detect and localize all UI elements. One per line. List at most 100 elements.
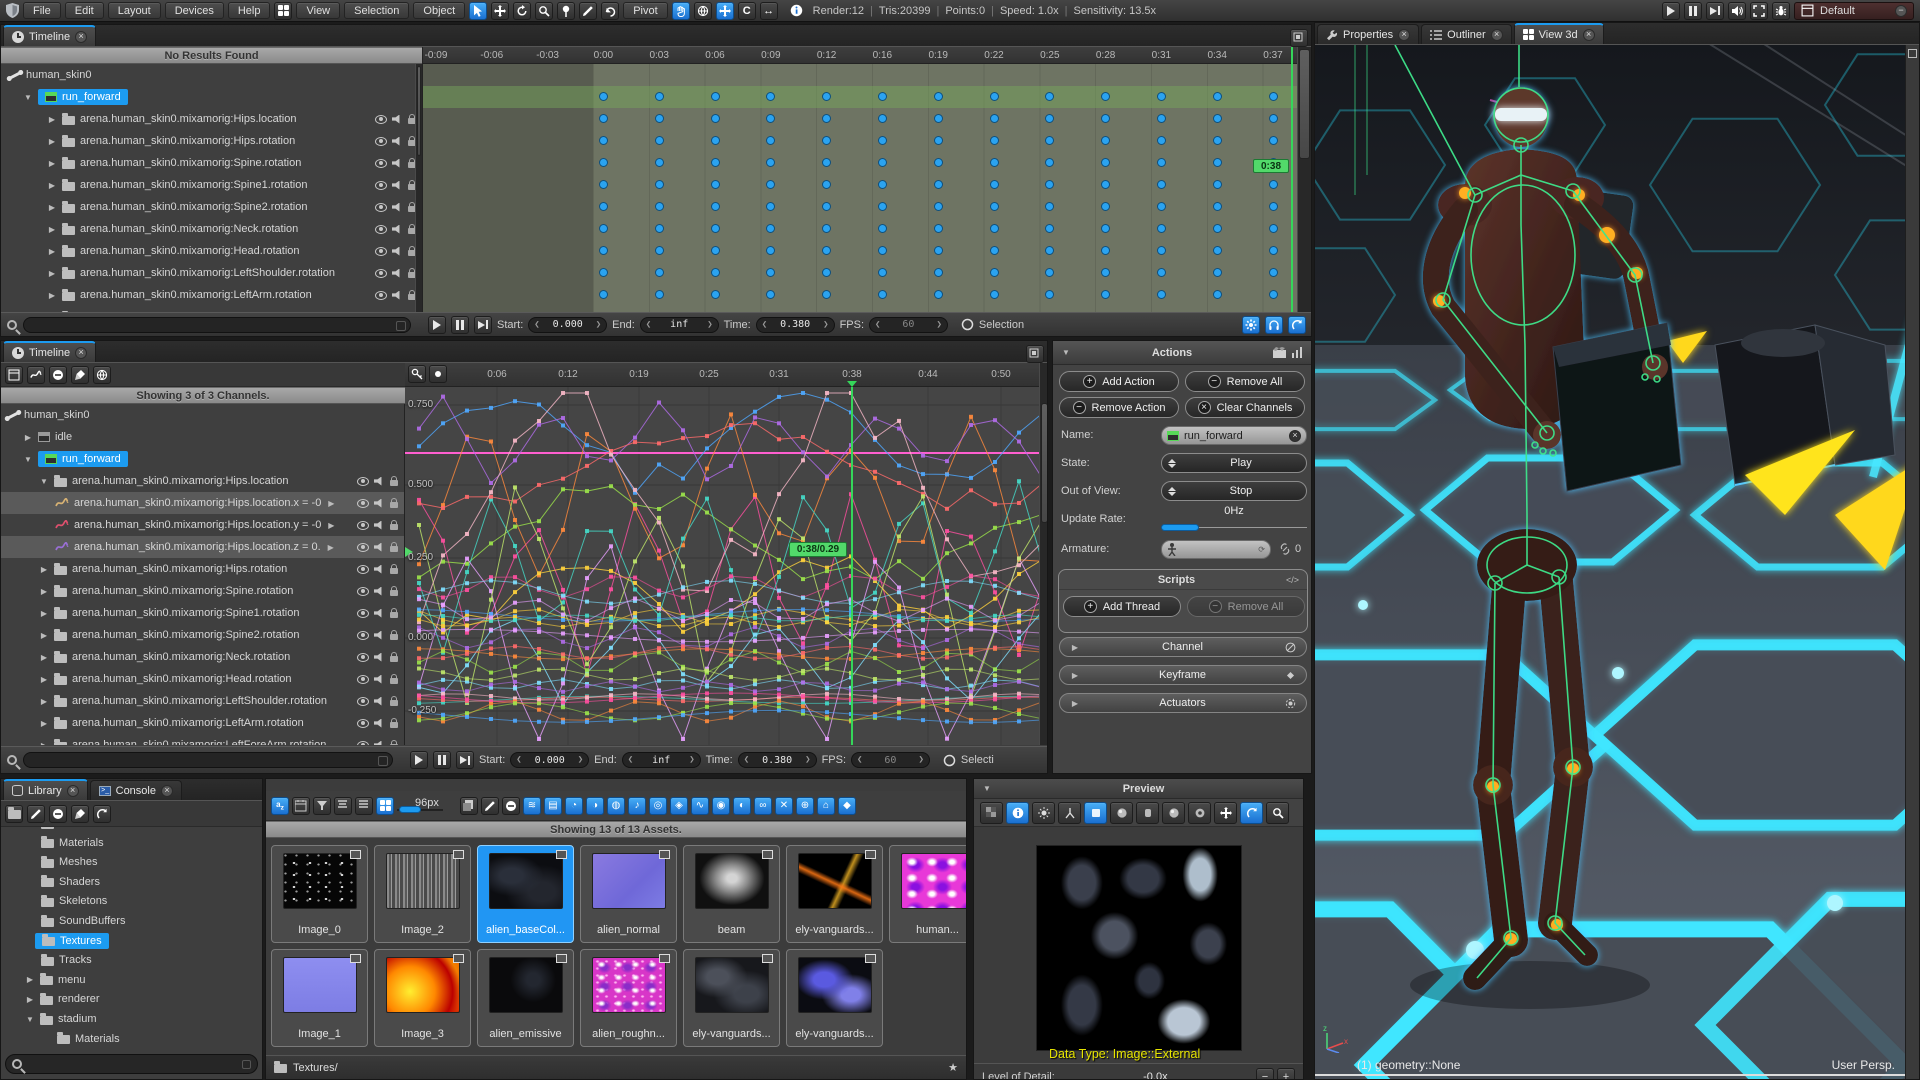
expand-arrow-icon[interactable]: ▼ (25, 1015, 35, 1024)
new-folder-button[interactable] (5, 805, 23, 823)
stats-bars-icon[interactable] (1292, 347, 1303, 358)
library-folder-row[interactable]: Skeletons (1, 891, 262, 911)
time-field[interactable]: ❮0.380❯ (756, 317, 835, 333)
search-options-icon[interactable] (242, 1060, 251, 1069)
asset-tile[interactable]: ely-vanguards... (683, 949, 780, 1047)
keyframe-dot[interactable] (711, 92, 720, 101)
keyframe-dot[interactable] (1269, 268, 1278, 277)
keyframe-dot[interactable] (655, 202, 664, 211)
tab-properties[interactable]: Properties× (1317, 24, 1419, 44)
mute-toggle-icon[interactable] (374, 719, 385, 728)
expand-arrow-icon[interactable]: ▶ (39, 631, 49, 640)
increment-icon[interactable]: ❯ (818, 320, 833, 330)
paste-button[interactable] (460, 797, 478, 815)
translate-view-button[interactable] (716, 2, 734, 20)
section-keyframe[interactable]: ▶Keyframe (1059, 665, 1307, 685)
clapperboard-icon[interactable] (1273, 347, 1286, 358)
decrement-icon[interactable]: ❮ (511, 755, 526, 765)
action-name-field[interactable]: run_forward × (1161, 426, 1307, 445)
keyframe-dot[interactable] (990, 202, 999, 211)
edit-button[interactable] (27, 805, 45, 823)
menu-edit[interactable]: Edit (65, 2, 104, 19)
filter-world-button[interactable]: ◍ (607, 797, 625, 815)
filter-tools-button[interactable]: ✕ (775, 797, 793, 815)
audio-monitor-button[interactable] (1265, 316, 1283, 334)
mute-toggle-icon[interactable] (392, 115, 403, 124)
filter-audio-button[interactable]: ♪ (628, 797, 646, 815)
lock-toggle-icon[interactable] (390, 546, 398, 552)
asset-tile[interactable]: Image_3 (374, 949, 471, 1047)
keyframe-dot[interactable] (599, 268, 608, 277)
keyframe-dot[interactable] (599, 290, 608, 299)
keyframe-dot[interactable] (1157, 202, 1166, 211)
keyframe-dot[interactable] (1269, 92, 1278, 101)
expand-arrow-icon[interactable]: ▶ (39, 565, 49, 574)
mute-toggle-icon[interactable] (374, 587, 385, 596)
selection-radio-icon[interactable] (961, 318, 974, 331)
lighting-button[interactable] (1032, 802, 1055, 824)
mute-toggle-icon[interactable] (374, 631, 385, 640)
keyframe-dot[interactable] (599, 136, 608, 145)
tab-timeline-curves[interactable]: Timeline× (3, 341, 96, 362)
remove-all-threads-button[interactable]: −Remove All (1187, 596, 1305, 617)
sort-alpha-button[interactable]: az (271, 797, 289, 815)
visibility-toggle-icon[interactable] (357, 719, 369, 728)
mute-toggle-icon[interactable] (374, 543, 385, 552)
remove-action-button[interactable]: −Remove Action (1059, 397, 1179, 418)
tree-row-folder[interactable]: ▶arena.human_skin0.mixamorig:Head.rotati… (1, 668, 404, 690)
paint-keys-button[interactable] (71, 366, 89, 384)
keyframe-dot[interactable] (878, 92, 887, 101)
keyframe-dot[interactable] (1213, 224, 1222, 233)
increment-icon[interactable]: ❯ (931, 320, 946, 330)
add-action-button[interactable]: +Add Action (1059, 371, 1179, 392)
curve-plot[interactable]: 0.7500.5000.2500.000-0.2500:38/0.29 (405, 387, 1039, 745)
more-icon[interactable]: ▶ (326, 543, 336, 552)
mute-toggle-icon[interactable] (392, 225, 403, 234)
audio-button[interactable] (1728, 2, 1746, 20)
expand-arrow-icon[interactable]: ▶ (47, 225, 57, 234)
keyframe-dot[interactable] (1269, 246, 1278, 255)
more-icon[interactable]: ▶ (326, 499, 336, 508)
asset-tile[interactable]: alien_normal (580, 845, 677, 943)
tree-row-folder[interactable]: ▶arena.human_skin0.mixamorig:LeftArm.rot… (1, 712, 404, 734)
dock-expand-icon[interactable] (1908, 49, 1917, 58)
mute-toggle-icon[interactable] (392, 269, 403, 278)
undo-button[interactable] (601, 2, 619, 20)
keyframe-dot[interactable] (599, 92, 608, 101)
thumb-size-slider[interactable]: 96px (397, 797, 457, 815)
search-input[interactable] (23, 752, 393, 768)
keyframe-dot[interactable] (1213, 136, 1222, 145)
tree-row-curve[interactable]: arena.human_skin0.mixamorig:Hips.locatio… (1, 492, 404, 514)
visibility-toggle-icon[interactable] (357, 543, 369, 552)
keyframe-dot[interactable] (990, 92, 999, 101)
visibility-toggle-icon[interactable] (375, 137, 387, 146)
lock-toggle-icon[interactable] (390, 568, 398, 574)
fps-field[interactable]: ❮60❯ (869, 317, 948, 333)
visibility-toggle-icon[interactable] (357, 521, 369, 530)
filter-bank-button[interactable]: ⌂ (817, 797, 835, 815)
asset-tile[interactable]: Image_1 (271, 949, 368, 1047)
menu-devices[interactable]: Devices (165, 2, 224, 19)
tree-row-folder[interactable]: ▶arena.human_skin0.mixamorig:Spine.rotat… (1, 580, 404, 602)
keyframe-dot[interactable] (934, 290, 943, 299)
end-field[interactable]: ❮inf❯ (622, 752, 701, 768)
keyframe-dot[interactable] (655, 136, 664, 145)
tab-library[interactable]: Library× (3, 779, 88, 800)
channel-window-button[interactable] (5, 366, 23, 384)
library-search[interactable] (5, 1054, 258, 1074)
keyframe-dot[interactable] (655, 246, 664, 255)
library-folder-row[interactable]: Tracks (1, 950, 262, 970)
mute-toggle-icon[interactable] (374, 499, 385, 508)
keyframe-dot[interactable] (878, 114, 887, 123)
minimize-icon[interactable]: − (1895, 5, 1907, 17)
keyframe-dot[interactable] (990, 290, 999, 299)
axes-button[interactable] (1058, 802, 1081, 824)
expand-arrow-icon[interactable]: ▶ (39, 697, 49, 706)
mute-toggle-icon[interactable] (374, 653, 385, 662)
pause-button[interactable] (1684, 2, 1702, 20)
filter-mesh-button[interactable]: ◈ (670, 797, 688, 815)
keyframe-dot[interactable] (599, 202, 608, 211)
keyframe-dot[interactable] (934, 158, 943, 167)
clear-name-icon[interactable]: × (1289, 430, 1301, 442)
asset-tile[interactable]: alien_emissive (477, 949, 574, 1047)
